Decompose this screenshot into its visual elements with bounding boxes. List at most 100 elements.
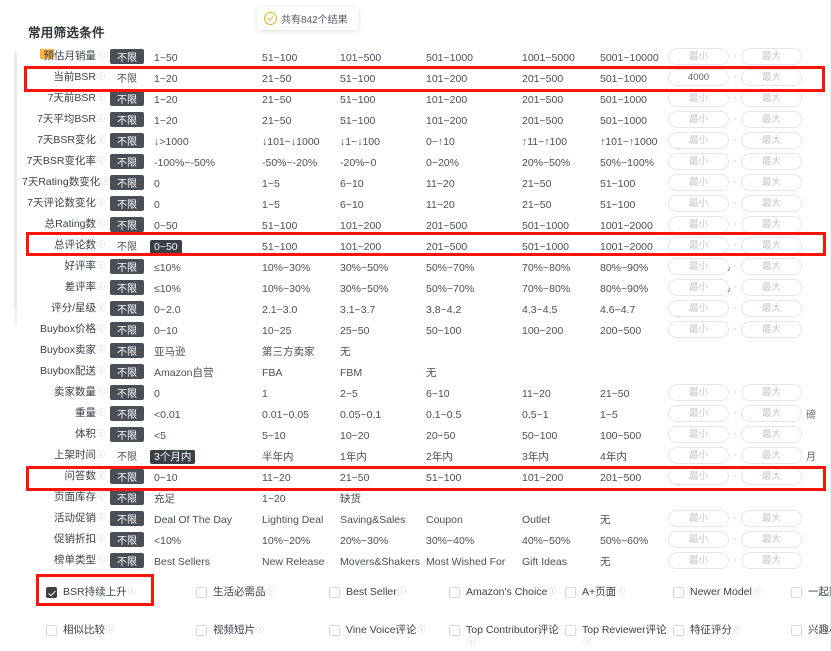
filter-option[interactable]: 10%~30% [258, 261, 314, 275]
filter-option[interactable]: 21~50 [518, 198, 556, 212]
checkbox-box-icon[interactable] [565, 587, 576, 598]
info-icon[interactable]: ⓘ [97, 429, 105, 438]
filter-option[interactable]: 4.6~4.7 [596, 303, 639, 317]
filter-option[interactable]: 4.3~4.5 [518, 303, 561, 317]
filter-option[interactable]: 70%~80% [518, 282, 574, 296]
filter-option[interactable]: 1~20 [150, 93, 182, 107]
filter-option[interactable]: 70%~80% [518, 261, 574, 275]
checkbox-box-icon[interactable] [673, 625, 684, 636]
range-max-input[interactable] [741, 552, 802, 569]
unlimited-chip[interactable]: 不限 [110, 532, 144, 547]
filter-option[interactable]: <10% [150, 534, 185, 548]
filter-option[interactable]: 充足 [150, 492, 179, 506]
filter-option[interactable]: 101~200 [422, 114, 471, 128]
range-max-input[interactable] [741, 48, 802, 65]
info-icon[interactable]: ⓘ [97, 387, 105, 396]
filter-option[interactable]: 0.01~0.05 [258, 408, 313, 422]
filter-option[interactable]: 1001~2000 [596, 219, 657, 233]
unlimited-chip[interactable]: 不限 [110, 70, 144, 85]
filter-option[interactable]: 501~1000 [596, 114, 651, 128]
filter-option[interactable]: ≤10% [150, 261, 185, 275]
checkbox-box-icon[interactable] [449, 625, 460, 636]
info-icon[interactable]: ⓘ [97, 114, 105, 123]
unlimited-chip[interactable]: 不限 [110, 427, 144, 442]
info-icon[interactable]: ⓘ [97, 282, 105, 291]
range-min-input[interactable] [668, 300, 729, 317]
filter-option[interactable]: 201~500 [518, 93, 567, 107]
filter-option[interactable]: 1~5 [596, 408, 622, 422]
filter-option[interactable]: 1001~5000 [518, 51, 579, 65]
info-icon[interactable]: ⓘ [128, 587, 136, 596]
filter-option[interactable]: 1~5 [258, 198, 284, 212]
filter-option[interactable]: 1~20 [150, 114, 182, 128]
range-min-input[interactable] [668, 237, 729, 254]
checkbox-box-icon[interactable] [46, 625, 57, 636]
unlimited-chip[interactable]: 不限 [110, 469, 144, 484]
range-max-input[interactable] [741, 132, 802, 149]
filter-option[interactable]: 50%~60% [596, 534, 652, 548]
range-min-input[interactable] [668, 90, 729, 107]
filter-checkbox[interactable]: 兴趣小组评分ⓘ [791, 616, 831, 636]
filter-option[interactable]: 2年内 [422, 450, 457, 464]
filter-option[interactable]: 6~10 [336, 177, 368, 191]
filter-option[interactable]: 0.1~0.5 [422, 408, 465, 422]
filter-checkbox[interactable]: Amazon's Choiceⓘ [449, 578, 565, 598]
range-min-input[interactable] [668, 531, 729, 548]
info-icon[interactable]: ⓘ [267, 587, 275, 596]
filter-option[interactable]: 5001~10000 [596, 51, 663, 65]
info-icon[interactable]: ⓘ [106, 625, 114, 634]
filter-option[interactable]: 1~20 [150, 72, 182, 86]
filter-option[interactable]: 200~500 [596, 324, 645, 338]
filter-option[interactable]: 0 [150, 387, 164, 401]
filter-option[interactable]: 10%~20% [258, 534, 314, 548]
filter-option[interactable]: Most Wished For [422, 555, 509, 569]
filter-option[interactable]: <5 [150, 429, 170, 443]
unlimited-chip[interactable]: 不限 [110, 91, 144, 106]
unlimited-chip[interactable]: 不限 [110, 238, 144, 253]
info-icon[interactable]: ⓘ [97, 93, 105, 102]
filter-option[interactable]: Gift Ideas [518, 555, 571, 569]
range-max-input[interactable] [741, 426, 802, 443]
range-max-input[interactable] [741, 90, 802, 107]
filter-option[interactable]: 11~20 [518, 387, 555, 401]
range-max-input[interactable] [741, 153, 802, 170]
unlimited-chip[interactable]: 不限 [110, 154, 144, 169]
filter-checkbox[interactable]: A+页面ⓘ [565, 578, 673, 598]
filter-option[interactable]: 0 [150, 177, 164, 191]
checkbox-box-icon[interactable] [196, 625, 207, 636]
range-min-input[interactable] [668, 468, 729, 485]
checkbox-box-icon[interactable] [673, 587, 684, 598]
range-max-input[interactable] [741, 258, 802, 275]
info-icon[interactable]: ⓘ [97, 492, 105, 501]
filter-option[interactable]: 201~500 [518, 72, 567, 86]
info-icon[interactable]: ⓘ [97, 219, 105, 228]
filter-option[interactable]: 21~50 [258, 72, 296, 86]
info-icon[interactable]: ⓘ [417, 625, 425, 634]
unlimited-chip[interactable]: 不限 [110, 301, 144, 316]
filter-option[interactable]: 40%~50% [518, 534, 574, 548]
unlimited-chip[interactable]: 不限 [110, 448, 144, 463]
range-max-input[interactable] [741, 531, 802, 548]
checkbox-box-icon[interactable] [329, 625, 340, 636]
filter-option[interactable]: 30%~50% [336, 261, 392, 275]
filter-option[interactable]: 501~1000 [422, 51, 477, 65]
unlimited-chip[interactable]: 不限 [110, 343, 144, 358]
filter-option[interactable]: FBA [258, 366, 286, 380]
filter-option[interactable]: 20~50 [422, 429, 460, 443]
info-icon[interactable]: ⓘ [97, 156, 105, 165]
unlimited-chip[interactable]: 不限 [110, 259, 144, 274]
filter-option[interactable]: 101~200 [422, 72, 471, 86]
filter-option[interactable]: 5~10 [258, 429, 290, 443]
filter-option[interactable]: New Release [258, 555, 328, 569]
filter-option[interactable]: Coupon [422, 513, 467, 527]
filter-option[interactable]: ↑101~↑1000 [596, 135, 662, 149]
info-icon[interactable]: ⓘ [97, 513, 105, 522]
filter-option[interactable]: 21~50 [258, 114, 296, 128]
filter-option[interactable]: 51~100 [336, 93, 379, 107]
filter-checkbox[interactable]: Vine Voice评论ⓘ [329, 616, 449, 636]
range-min-input[interactable] [668, 111, 729, 128]
info-icon[interactable]: ⓘ [97, 261, 105, 270]
filter-option[interactable]: 半年内 [258, 450, 298, 464]
filter-option[interactable]: 21~50 [596, 387, 634, 401]
filter-option[interactable]: 201~500 [422, 240, 471, 254]
